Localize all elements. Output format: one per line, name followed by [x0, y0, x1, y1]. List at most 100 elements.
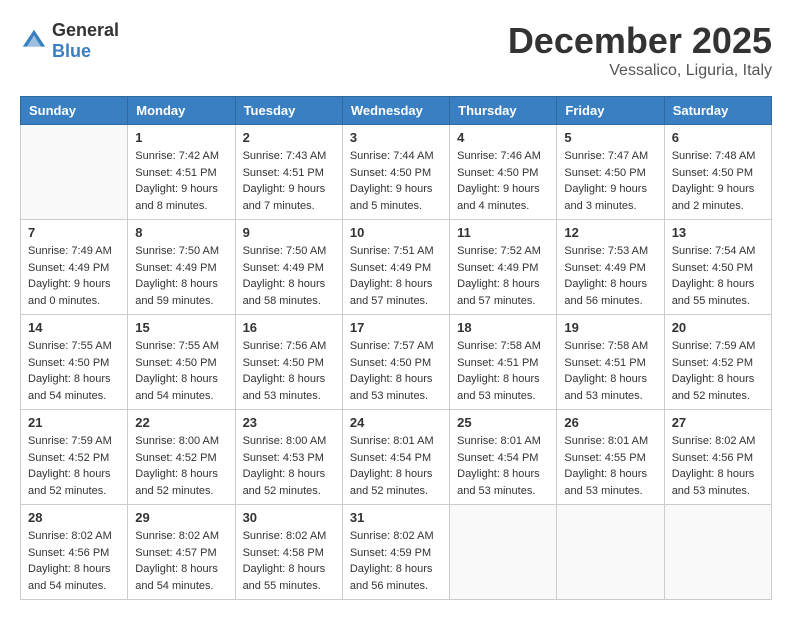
col-tuesday: Tuesday [235, 97, 342, 125]
day-cell: 24Sunrise: 8:01 AMSunset: 4:54 PMDayligh… [342, 410, 449, 505]
day-cell: 30Sunrise: 8:02 AMSunset: 4:58 PMDayligh… [235, 505, 342, 600]
day-number: 29 [135, 510, 227, 525]
day-info: Sunrise: 7:43 AMSunset: 4:51 PMDaylight:… [243, 148, 335, 214]
day-info: Sunrise: 8:02 AMSunset: 4:58 PMDaylight:… [243, 528, 335, 594]
daylight-text: Daylight: 9 hours and 7 minutes. [243, 181, 335, 214]
day-cell: 23Sunrise: 8:00 AMSunset: 4:53 PMDayligh… [235, 410, 342, 505]
sunset-text: Sunset: 4:51 PM [243, 165, 335, 182]
day-number: 22 [135, 415, 227, 430]
sunset-text: Sunset: 4:50 PM [672, 165, 764, 182]
day-cell: 25Sunrise: 8:01 AMSunset: 4:54 PMDayligh… [450, 410, 557, 505]
calendar-header-row: Sunday Monday Tuesday Wednesday Thursday… [21, 97, 772, 125]
day-cell: 26Sunrise: 8:01 AMSunset: 4:55 PMDayligh… [557, 410, 664, 505]
daylight-text: Daylight: 8 hours and 55 minutes. [243, 561, 335, 594]
day-cell [664, 505, 771, 600]
sunrise-text: Sunrise: 7:47 AM [564, 148, 656, 165]
day-cell: 11 Sunrise: 7:52 AMSunset: 4:49 PMDayligh… [450, 220, 557, 315]
day-cell: 12Sunrise: 7:53 AMSunset: 4:49 PMDayligh… [557, 220, 664, 315]
day-info: Sunrise: 7:52 AMSunset: 4:49 PMDaylight:… [457, 243, 549, 309]
day-info: Sunrise: 7:50 AMSunset: 4:49 PMDaylight:… [135, 243, 227, 309]
day-cell: 7Sunrise: 7:49 AMSunset: 4:49 PMDaylight… [21, 220, 128, 315]
day-info: Sunrise: 8:02 AMSunset: 4:57 PMDaylight:… [135, 528, 227, 594]
day-cell: 27Sunrise: 8:02 AMSunset: 4:56 PMDayligh… [664, 410, 771, 505]
day-info: Sunrise: 8:02 AMSunset: 4:56 PMDaylight:… [672, 433, 764, 499]
sunset-text: Sunset: 4:52 PM [135, 450, 227, 467]
sunset-text: Sunset: 4:51 PM [457, 355, 549, 372]
sunrise-text: Sunrise: 7:44 AM [350, 148, 442, 165]
sunset-text: Sunset: 4:50 PM [350, 355, 442, 372]
sunset-text: Sunset: 4:52 PM [28, 450, 120, 467]
day-info: Sunrise: 7:55 AMSunset: 4:50 PMDaylight:… [135, 338, 227, 404]
day-number: 21 [28, 415, 120, 430]
day-info: Sunrise: 7:47 AMSunset: 4:50 PMDaylight:… [564, 148, 656, 214]
sunset-text: Sunset: 4:54 PM [350, 450, 442, 467]
day-number: 16 [243, 320, 335, 335]
sunset-text: Sunset: 4:50 PM [28, 355, 120, 372]
day-number: 1 [135, 130, 227, 145]
week-row-5: 28Sunrise: 8:02 AMSunset: 4:56 PMDayligh… [21, 505, 772, 600]
sunset-text: Sunset: 4:57 PM [135, 545, 227, 562]
sunrise-text: Sunrise: 7:59 AM [672, 338, 764, 355]
day-number: 2 [243, 130, 335, 145]
logo: General Blue [20, 20, 119, 62]
day-info: Sunrise: 8:01 AMSunset: 4:55 PMDaylight:… [564, 433, 656, 499]
day-info: Sunrise: 8:00 AMSunset: 4:53 PMDaylight:… [243, 433, 335, 499]
daylight-text: Daylight: 8 hours and 54 minutes. [28, 371, 120, 404]
col-friday: Friday [557, 97, 664, 125]
day-info: Sunrise: 8:00 AMSunset: 4:52 PMDaylight:… [135, 433, 227, 499]
day-cell: 4Sunrise: 7:46 AMSunset: 4:50 PMDaylight… [450, 125, 557, 220]
sunrise-text: Sunrise: 7:56 AM [243, 338, 335, 355]
daylight-text: Daylight: 8 hours and 56 minutes. [350, 561, 442, 594]
sunrise-text: Sunrise: 8:02 AM [28, 528, 120, 545]
daylight-text: Daylight: 8 hours and 52 minutes. [243, 466, 335, 499]
daylight-text: Daylight: 9 hours and 4 minutes. [457, 181, 549, 214]
day-cell: 31Sunrise: 8:02 AMSunset: 4:59 PMDayligh… [342, 505, 449, 600]
daylight-text: Daylight: 9 hours and 0 minutes. [28, 276, 120, 309]
daylight-text: Daylight: 9 hours and 8 minutes. [135, 181, 227, 214]
day-number: 11 [457, 225, 549, 240]
day-number: 15 [135, 320, 227, 335]
sunset-text: Sunset: 4:52 PM [672, 355, 764, 372]
daylight-text: Daylight: 8 hours and 54 minutes. [135, 371, 227, 404]
logo-general: General [52, 20, 119, 40]
daylight-text: Daylight: 9 hours and 5 minutes. [350, 181, 442, 214]
sunrise-text: Sunrise: 7:46 AM [457, 148, 549, 165]
day-cell: 28Sunrise: 8:02 AMSunset: 4:56 PMDayligh… [21, 505, 128, 600]
sunset-text: Sunset: 4:59 PM [350, 545, 442, 562]
day-info: Sunrise: 7:46 AMSunset: 4:50 PMDaylight:… [457, 148, 549, 214]
day-cell [450, 505, 557, 600]
day-number: 14 [28, 320, 120, 335]
daylight-text: Daylight: 8 hours and 53 minutes. [564, 371, 656, 404]
week-row-1: 1 Sunrise: 7:42 AMSunset: 4:51 PMDaylight… [21, 125, 772, 220]
day-info: Sunrise: 7:42 AMSunset: 4:51 PMDaylight:… [135, 148, 227, 214]
daylight-text: Daylight: 8 hours and 53 minutes. [672, 466, 764, 499]
sunrise-text: Sunrise: 7:50 AM [135, 243, 227, 260]
daylight-text: Daylight: 8 hours and 52 minutes. [28, 466, 120, 499]
sunrise-text: Sunrise: 7:54 AM [672, 243, 764, 260]
sunset-text: Sunset: 4:56 PM [28, 545, 120, 562]
day-cell: 18Sunrise: 7:58 AMSunset: 4:51 PMDayligh… [450, 315, 557, 410]
day-cell: 5Sunrise: 7:47 AMSunset: 4:50 PMDaylight… [557, 125, 664, 220]
day-cell: 6Sunrise: 7:48 AMSunset: 4:50 PMDaylight… [664, 125, 771, 220]
sunrise-text: Sunrise: 8:01 AM [350, 433, 442, 450]
daylight-text: Daylight: 8 hours and 55 minutes. [672, 276, 764, 309]
day-number: 28 [28, 510, 120, 525]
sunrise-text: Sunrise: 7:58 AM [457, 338, 549, 355]
day-info: Sunrise: 7:49 AMSunset: 4:49 PMDaylight:… [28, 243, 120, 309]
sunrise-text: Sunrise: 7:43 AM [243, 148, 335, 165]
sunrise-text: Sunrise: 7:49 AM [28, 243, 120, 260]
day-info: Sunrise: 7:44 AMSunset: 4:50 PMDaylight:… [350, 148, 442, 214]
week-row-4: 21Sunrise: 7:59 AMSunset: 4:52 PMDayligh… [21, 410, 772, 505]
sunset-text: Sunset: 4:49 PM [564, 260, 656, 277]
daylight-text: Daylight: 8 hours and 52 minutes. [350, 466, 442, 499]
sunrise-text: Sunrise: 8:02 AM [135, 528, 227, 545]
sunset-text: Sunset: 4:55 PM [564, 450, 656, 467]
day-info: Sunrise: 8:02 AMSunset: 4:59 PMDaylight:… [350, 528, 442, 594]
day-cell: 16Sunrise: 7:56 AMSunset: 4:50 PMDayligh… [235, 315, 342, 410]
day-cell: 9Sunrise: 7:50 AMSunset: 4:49 PMDaylight… [235, 220, 342, 315]
daylight-text: Daylight: 8 hours and 53 minutes. [564, 466, 656, 499]
sunset-text: Sunset: 4:53 PM [243, 450, 335, 467]
day-cell: 20Sunrise: 7:59 AMSunset: 4:52 PMDayligh… [664, 315, 771, 410]
week-row-2: 7Sunrise: 7:49 AMSunset: 4:49 PMDaylight… [21, 220, 772, 315]
day-number: 12 [564, 225, 656, 240]
